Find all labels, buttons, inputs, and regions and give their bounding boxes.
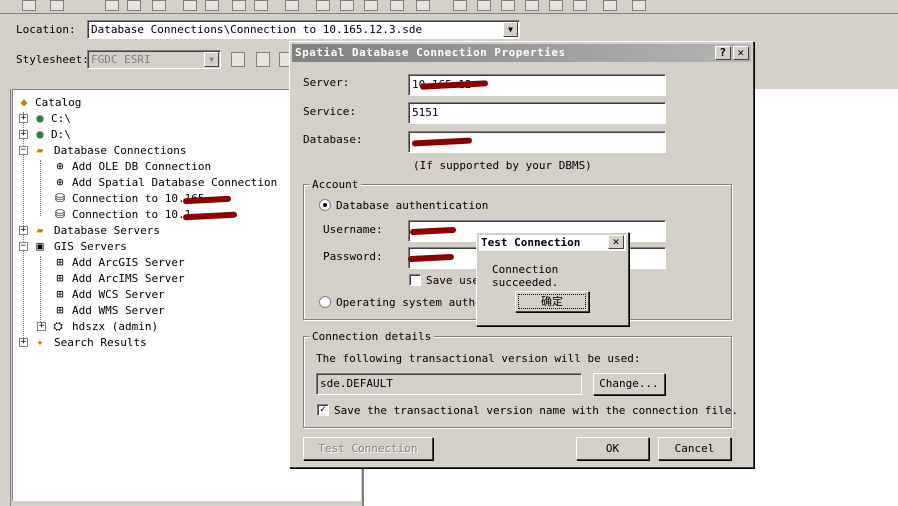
os-auth-label: Operating system authen	[336, 296, 489, 309]
toolbar-icon[interactable]	[364, 0, 378, 11]
toolbar-icon[interactable]	[50, 0, 64, 11]
expand-icon[interactable]: +	[19, 130, 28, 139]
stylesheet-value: FGDC ESRI	[91, 53, 151, 66]
location-value: Database Connections\Connection to 10.16…	[91, 23, 423, 36]
collapse-icon[interactable]: −	[19, 242, 28, 251]
toolbar-icon[interactable]	[573, 0, 587, 11]
toolbar-icon[interactable]	[316, 0, 330, 11]
cancel-button[interactable]: Cancel	[658, 437, 731, 460]
toolbar-icon[interactable]	[501, 0, 515, 11]
os-auth-radio[interactable]	[319, 296, 331, 308]
save-version-checkbox[interactable]: ✓	[317, 404, 329, 416]
popup-message: Connection succeeded.	[492, 263, 559, 289]
expand-icon[interactable]: +	[19, 226, 28, 235]
add-server-icon: ⊞	[56, 271, 64, 285]
test-connection-button[interactable]: Test Connection	[303, 437, 433, 460]
catalog-icon: ◆	[20, 95, 28, 109]
expand-icon[interactable]: +	[37, 322, 46, 331]
toolbar	[0, 0, 898, 14]
add-server-icon: ⊞	[56, 287, 64, 301]
folder-icon: ▰	[36, 223, 44, 237]
save-username-label: Save use	[426, 274, 479, 287]
search-results-icon: ✦	[36, 335, 44, 349]
help-button[interactable]: ?	[715, 46, 731, 60]
toolbar-icon[interactable]	[205, 0, 219, 11]
location-combobox[interactable]: Database Connections\Connection to 10.16…	[87, 20, 520, 39]
toolbar-icon[interactable]	[603, 0, 617, 11]
collapse-icon[interactable]: −	[19, 146, 28, 155]
close-button[interactable]: ✕	[733, 46, 749, 60]
location-dropdown-button[interactable]: ▼	[503, 22, 518, 37]
toolbar-icon[interactable]	[632, 0, 646, 11]
toolbar-icon[interactable]	[254, 0, 268, 11]
database-icon: ⛁	[54, 207, 66, 221]
database-icon: ⛁	[54, 191, 66, 205]
service-label: Service:	[303, 105, 356, 118]
dialog-titlebar[interactable]: Spatial Database Connection Properties ?…	[292, 44, 751, 62]
toolbar-icon[interactable]	[105, 0, 119, 11]
test-connection-popup: Test Connection ✕ Connection succeeded. …	[476, 232, 629, 326]
toolbar-icon[interactable]	[416, 0, 430, 11]
popup-titlebar[interactable]: Test Connection ✕	[479, 235, 626, 251]
server-icon: ⛭	[53, 319, 63, 333]
folder-icon: ▰	[36, 143, 44, 157]
db-auth-label: Database authentication	[336, 199, 489, 212]
toolbar-icon[interactable]	[285, 0, 299, 11]
stylesheet-label: Stylesheet:	[16, 53, 89, 66]
drive-icon: ●	[36, 127, 44, 141]
toolbar-icon[interactable]	[549, 0, 563, 11]
add-server-icon: ⊞	[56, 255, 64, 269]
import-icon[interactable]	[256, 52, 270, 67]
toolbar-icon[interactable]	[340, 0, 354, 11]
expand-icon[interactable]: +	[19, 114, 28, 123]
database-hint: (If supported by your DBMS)	[413, 159, 592, 172]
add-connection-icon: ⊕	[56, 159, 64, 173]
drive-icon: ●	[36, 111, 44, 125]
redaction-mark	[182, 195, 232, 205]
popup-close-button[interactable]: ✕	[608, 235, 624, 249]
toolbar-icon[interactable]	[525, 0, 539, 11]
account-group-title: Account	[309, 178, 362, 191]
password-label: Password:	[323, 250, 383, 263]
toolbar-icon[interactable]	[453, 0, 467, 11]
version-field: sde.DEFAULT	[316, 373, 582, 395]
server-label: Server:	[303, 76, 350, 89]
toolbar-icon[interactable]	[22, 0, 36, 11]
toolbar-icon[interactable]	[477, 0, 491, 11]
toolbar-icon[interactable]	[390, 0, 404, 11]
server-folder-icon: ▣	[36, 239, 44, 253]
stylesheet-combobox: FGDC ESRI	[87, 50, 221, 69]
expand-icon[interactable]: +	[19, 338, 28, 347]
ok-button[interactable]: OK	[576, 437, 649, 460]
dialog-title: Spatial Database Connection Properties	[295, 46, 566, 59]
change-button[interactable]: Change...	[593, 373, 665, 395]
add-server-icon: ⊞	[56, 303, 64, 317]
database-label: Database:	[303, 133, 363, 146]
add-connection-icon: ⊕	[56, 175, 64, 189]
version-info-text: The following transactional version will…	[316, 352, 641, 365]
location-label: Location:	[16, 23, 76, 36]
stylesheet-dropdown-button: ▼	[204, 52, 219, 67]
db-auth-radio[interactable]	[319, 199, 331, 211]
toolbar-icon[interactable]	[232, 0, 246, 11]
popup-ok-button[interactable]: 确定	[515, 291, 589, 312]
username-label: Username:	[323, 223, 383, 236]
edit-icon[interactable]	[231, 52, 245, 67]
toolbar-icon[interactable]	[127, 0, 141, 11]
save-version-label: Save the transactional version name with…	[334, 404, 738, 417]
connection-details-title: Connection details	[309, 330, 435, 343]
service-input[interactable]: 5151	[408, 102, 666, 124]
left-dock-strip	[0, 89, 11, 506]
toolbar-icon[interactable]	[183, 0, 197, 11]
popup-title: Test Connection	[481, 236, 581, 249]
toolbar-icon[interactable]	[152, 0, 166, 11]
save-username-checkbox[interactable]	[409, 274, 421, 286]
